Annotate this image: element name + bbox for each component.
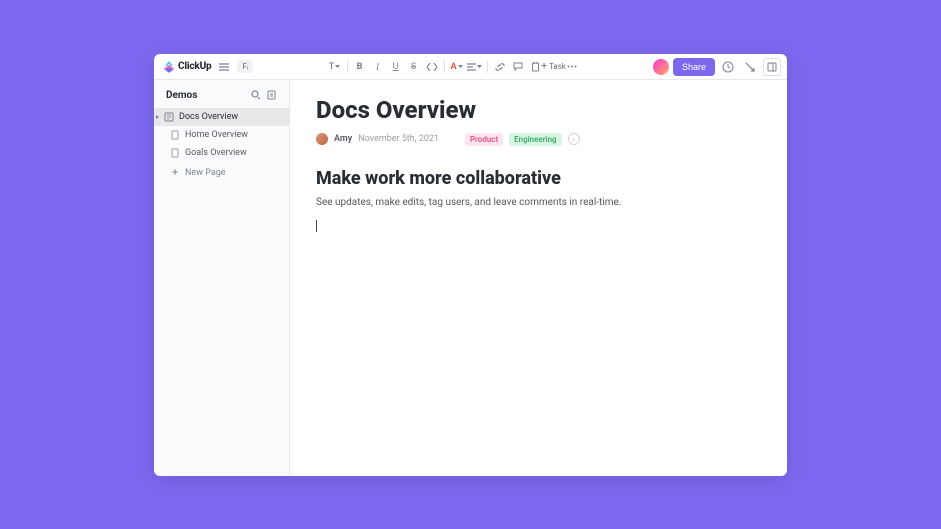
text-style-dropdown[interactable]: T <box>327 59 343 75</box>
page-icon <box>170 130 180 140</box>
page-title[interactable]: Docs Overview <box>316 96 761 125</box>
sidebar-new-page[interactable]: + New Page <box>154 162 289 183</box>
doc-heading[interactable]: Make work more collaborative <box>316 168 761 189</box>
tag-engineering[interactable]: Engineering <box>509 133 561 146</box>
search-icon[interactable] <box>249 88 263 102</box>
plus-icon: + <box>170 166 180 179</box>
text-cursor <box>316 220 317 232</box>
doc-meta: Amy November 5th, 2021 Product Engineeri… <box>316 133 761 146</box>
page-icon <box>170 148 180 158</box>
bold-button[interactable]: B <box>352 59 368 75</box>
add-tag-button[interactable]: › <box>568 133 580 145</box>
chevron-down-icon <box>477 65 482 69</box>
app-window: ClickUp Fᵢ T B I U S A <box>154 54 787 476</box>
main-area: Demos Docs Overview Home Overview <box>154 80 787 476</box>
sidebar-title: Demos <box>166 90 197 101</box>
svg-text:S: S <box>411 62 416 71</box>
link-button[interactable] <box>492 59 508 75</box>
sidebar-item-goals-overview[interactable]: Goals Overview <box>154 144 289 162</box>
strikethrough-button[interactable]: S <box>406 59 422 75</box>
logo[interactable]: ClickUp <box>160 60 211 74</box>
sidebar-item-home-overview[interactable]: Home Overview <box>154 126 289 144</box>
sidebar-item-label: Home Overview <box>185 130 248 140</box>
sidebar: Demos Docs Overview Home Overview <box>154 80 290 476</box>
tag-product[interactable]: Product <box>465 133 503 146</box>
formatting-toolbar: T B I U S A <box>257 59 649 75</box>
sidebar-item-label: New Page <box>185 168 226 178</box>
task-button[interactable]: +Task <box>546 59 562 75</box>
mode-pill[interactable]: Fᵢ <box>237 60 253 73</box>
clickup-logo-icon <box>162 60 176 74</box>
code-button[interactable] <box>424 59 440 75</box>
author-name: Amy <box>334 134 352 144</box>
add-page-icon[interactable] <box>265 88 279 102</box>
panel-toggle-icon[interactable] <box>763 58 781 76</box>
document-body[interactable]: Docs Overview Amy November 5th, 2021 Pro… <box>290 80 787 476</box>
italic-button[interactable]: I <box>370 59 386 75</box>
sidebar-item-docs-overview[interactable]: Docs Overview <box>154 108 289 126</box>
sidebar-item-label: Docs Overview <box>179 112 238 122</box>
author-avatar[interactable] <box>316 133 328 145</box>
chevron-down-icon <box>458 65 463 69</box>
user-avatar[interactable] <box>653 59 669 75</box>
doc-icon <box>164 112 174 122</box>
hamburger-icon[interactable] <box>215 58 233 76</box>
underline-button[interactable]: U <box>388 59 404 75</box>
history-icon[interactable] <box>719 58 737 76</box>
align-dropdown[interactable] <box>467 59 483 75</box>
topbar-right: Share <box>653 58 781 76</box>
expand-icon[interactable] <box>741 58 759 76</box>
topbar: ClickUp Fᵢ T B I U S A <box>154 54 787 80</box>
caret-right-icon <box>156 115 159 119</box>
logo-text: ClickUp <box>178 61 211 72</box>
doc-date: November 5th, 2021 <box>358 134 439 144</box>
doc-paragraph[interactable]: See updates, make edits, tag users, and … <box>316 195 761 210</box>
share-button[interactable]: Share <box>673 58 715 76</box>
comment-button[interactable] <box>510 59 526 75</box>
chevron-down-icon <box>335 65 340 69</box>
sidebar-item-label: Goals Overview <box>185 148 247 158</box>
text-color-dropdown[interactable]: A <box>449 59 465 75</box>
sidebar-header: Demos <box>154 80 289 108</box>
more-button[interactable] <box>564 59 580 75</box>
